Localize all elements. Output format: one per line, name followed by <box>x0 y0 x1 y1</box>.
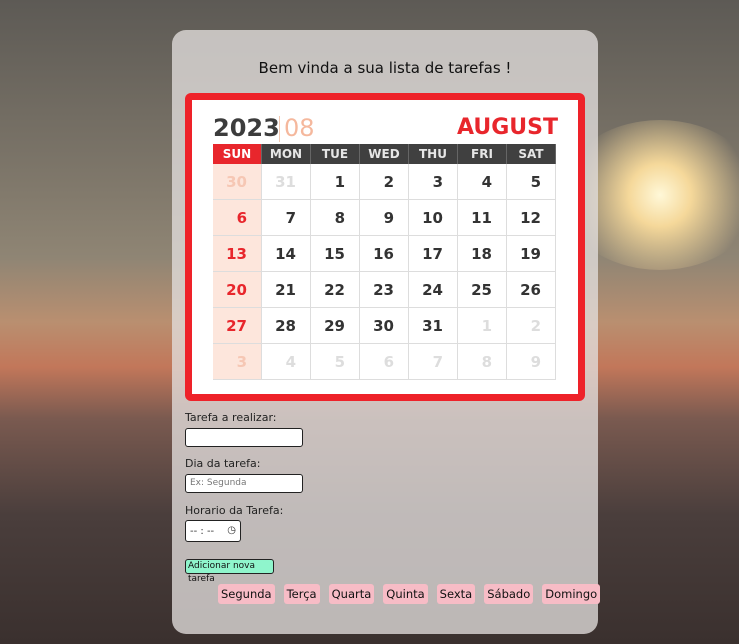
calendar-month-number: 08 <box>284 114 315 142</box>
weekday-header: THU <box>409 144 458 164</box>
calendar-day: 4 <box>262 344 311 380</box>
calendar-day: 15 <box>311 236 360 272</box>
day-button-5[interactable]: Sábado <box>484 584 534 604</box>
page-title: Bem vinda a sua lista de tarefas ! <box>258 59 512 77</box>
calendar-day: 3 <box>409 164 458 200</box>
day-button-0[interactable]: Segunda <box>218 584 275 604</box>
calendar-day: 31 <box>262 164 311 200</box>
calendar-day: 16 <box>360 236 409 272</box>
calendar-day: 9 <box>507 344 556 380</box>
calendar-day: 6 <box>213 200 262 236</box>
calendar-day: 25 <box>458 272 507 308</box>
calendar-day: 19 <box>507 236 556 272</box>
calendar-day: 30 <box>213 164 262 200</box>
weekday-header: FRI <box>458 144 507 164</box>
calendar-day: 31 <box>409 308 458 344</box>
task-input[interactable] <box>185 428 303 447</box>
weekday-header: TUE <box>311 144 360 164</box>
calendar-day: 6 <box>360 344 409 380</box>
calendar-day: 9 <box>360 200 409 236</box>
calendar-day: 26 <box>507 272 556 308</box>
day-button-3[interactable]: Quinta <box>383 584 428 604</box>
weekday-header: SUN <box>213 144 262 164</box>
calendar-day: 17 <box>409 236 458 272</box>
calendar-day: 5 <box>507 164 556 200</box>
calendar-day: 27 <box>213 308 262 344</box>
day-button-6[interactable]: Domingo <box>542 584 601 604</box>
day-filter-buttons: Segunda Terça Quarta Quinta Sexta Sábado Domin… <box>218 584 601 604</box>
time-value: -- : -- <box>190 526 215 537</box>
calendar-image: 2023 08 AUGUST SUN MON TUE WED THU FRI SAT 30 31… <box>185 93 585 401</box>
calendar-month-name: AUGUST <box>457 115 558 140</box>
day-label: Dia da tarefa: <box>185 457 261 470</box>
calendar-day: 30 <box>360 308 409 344</box>
calendar-day: 3 <box>213 344 262 380</box>
calendar-day: 22 <box>311 272 360 308</box>
weekday-header: MON <box>262 144 311 164</box>
day-button-1[interactable]: Terça <box>283 584 320 604</box>
day-input[interactable]: Ex: Segunda <box>185 474 303 493</box>
calendar-year: 2023 <box>213 114 280 142</box>
clock-icon[interactable]: ◷ <box>227 525 236 536</box>
time-label: Horario da Tarefa: <box>185 504 284 517</box>
calendar-day: 7 <box>262 200 311 236</box>
weekday-header: WED <box>360 144 409 164</box>
calendar-day: 1 <box>311 164 360 200</box>
calendar-day: 4 <box>458 164 507 200</box>
calendar-day: 21 <box>262 272 311 308</box>
calendar-day: 8 <box>458 344 507 380</box>
calendar-day: 11 <box>458 200 507 236</box>
calendar-grid: SUN MON TUE WED THU FRI SAT 30 31 1 2 3 4 5 6 7 8 9 10 11 12… <box>213 144 556 380</box>
day-button-4[interactable]: Sexta <box>436 584 476 604</box>
time-input[interactable]: -- : -- ◷ <box>185 520 241 542</box>
calendar-day: 18 <box>458 236 507 272</box>
calendar-day: 14 <box>262 236 311 272</box>
calendar-day: 13 <box>213 236 262 272</box>
calendar-day: 8 <box>311 200 360 236</box>
calendar-day: 12 <box>507 200 556 236</box>
calendar-day: 1 <box>458 308 507 344</box>
calendar-day: 2 <box>507 308 556 344</box>
calendar-day: 2 <box>360 164 409 200</box>
calendar-day: 28 <box>262 308 311 344</box>
divider <box>279 116 280 142</box>
calendar-day: 10 <box>409 200 458 236</box>
weekday-header: SAT <box>507 144 556 164</box>
calendar-day: 7 <box>409 344 458 380</box>
calendar-day: 23 <box>360 272 409 308</box>
task-label: Tarefa a realizar: <box>185 411 277 424</box>
calendar-day: 5 <box>311 344 360 380</box>
add-task-button[interactable]: Adicionar nova tarefa <box>185 559 274 584</box>
calendar-day: 24 <box>409 272 458 308</box>
calendar-day: 20 <box>213 272 262 308</box>
day-button-2[interactable]: Quarta <box>328 584 375 604</box>
calendar-day: 29 <box>311 308 360 344</box>
